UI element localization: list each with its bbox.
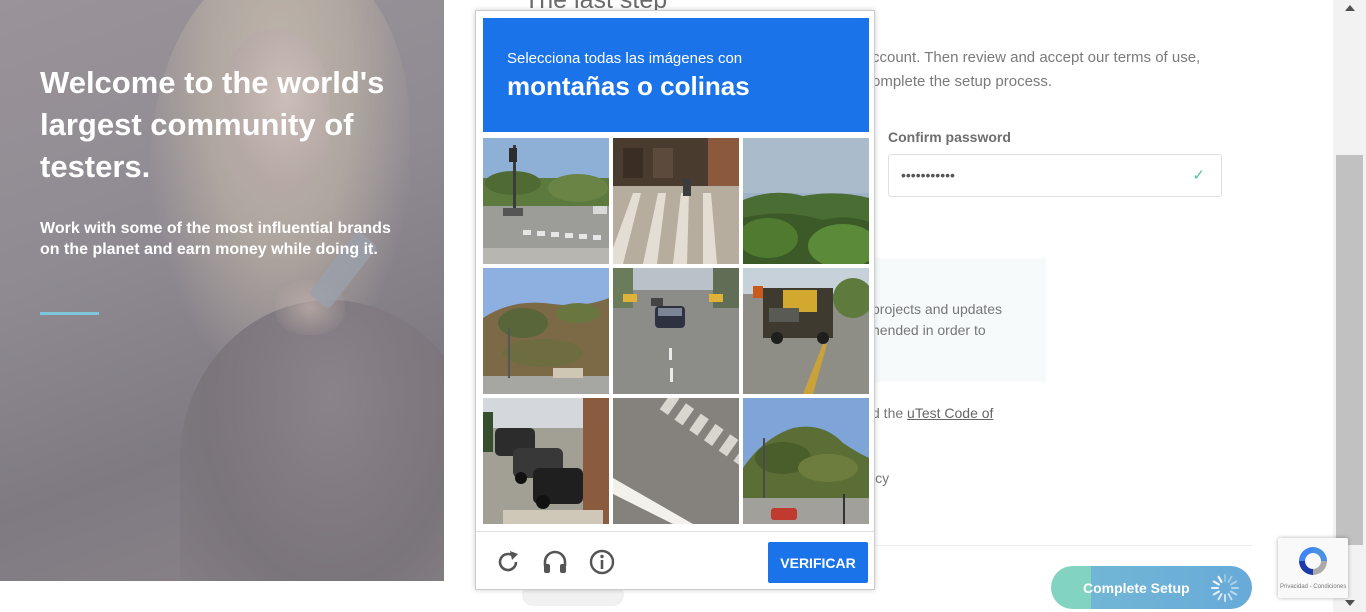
captcha-instruction: Selecciona todas las imágenes con — [507, 50, 743, 67]
page: Welcome to the world's largest community… — [0, 0, 1366, 612]
spinner-spoke — [1227, 592, 1233, 601]
code-of-conduct-link[interactable]: uTest Code of — [907, 405, 993, 421]
headphones-icon[interactable] — [541, 548, 569, 576]
hero-divider — [40, 312, 99, 315]
spinner-spoke — [1211, 587, 1219, 589]
captcha-tile-2[interactable] — [613, 138, 739, 264]
recaptcha-logo-icon — [1299, 547, 1327, 575]
captcha-dialog: Selecciona todas las imágenes con montañ… — [475, 10, 875, 590]
info-text: projects and updates nended in order to — [872, 301, 1002, 338]
code-of-conduct-prefix: d the — [872, 405, 908, 421]
captcha-tile-8[interactable] — [613, 398, 739, 524]
captcha-tile-3[interactable] — [743, 138, 869, 264]
captcha-tile-4[interactable] — [483, 268, 609, 394]
code-of-conduct-text: d the uTest Code of — [872, 405, 993, 421]
confirm-password-value: ••••••••••• — [901, 167, 955, 183]
spinner-spoke — [1231, 587, 1239, 589]
info-icon[interactable] — [588, 548, 616, 576]
hero-subtitle: Work with some of the most influential b… — [40, 220, 391, 258]
spinner-spoke — [1224, 594, 1226, 602]
captcha-tile-5[interactable] — [613, 268, 739, 394]
loading-spinner-icon — [1211, 574, 1239, 602]
recaptcha-terms[interactable]: Privacidad - Condiciones — [1280, 584, 1346, 590]
captcha-tile-9[interactable] — [743, 398, 869, 524]
scroll-up-arrow-icon[interactable] — [1345, 5, 1355, 11]
scroll-down-arrow-icon[interactable] — [1345, 600, 1355, 606]
verify-button[interactable]: VERIFICAR — [768, 542, 868, 583]
captcha-tile-1[interactable] — [483, 138, 609, 264]
spinner-spoke — [1229, 580, 1238, 586]
scrollbar-thumb[interactable] — [1336, 155, 1363, 545]
hero-title: Welcome to the world's largest community… — [40, 65, 385, 184]
captcha-grid — [483, 138, 869, 524]
recaptcha-badge[interactable]: Privacidad - Condiciones — [1278, 538, 1348, 598]
page-intro: ccount. Then review and accept our terms… — [872, 49, 1201, 90]
reload-icon[interactable] — [494, 548, 522, 576]
spinner-spoke — [1229, 590, 1238, 596]
complete-setup-label: Complete Setup — [1083, 580, 1190, 596]
confirm-password-field[interactable]: ••••••••••• ✓ — [888, 154, 1222, 197]
captcha-tile-6[interactable] — [743, 268, 869, 394]
captcha-target: montañas o colinas — [507, 71, 750, 101]
captcha-footer: VERIFICAR — [476, 531, 874, 589]
divider — [872, 545, 1252, 546]
captcha-tile-7[interactable] — [483, 398, 609, 524]
spinner-spoke — [1224, 574, 1226, 582]
confirm-password-label: Confirm password — [888, 129, 1011, 145]
scrollbar[interactable] — [1333, 0, 1366, 612]
hero-panel: Welcome to the world's largest community… — [0, 0, 444, 581]
check-icon: ✓ — [1192, 167, 1205, 184]
captcha-header: Selecciona todas las imágenes con montañ… — [483, 18, 869, 132]
spinner-spoke — [1217, 592, 1223, 601]
complete-setup-button[interactable]: Complete Setup — [1051, 566, 1252, 609]
